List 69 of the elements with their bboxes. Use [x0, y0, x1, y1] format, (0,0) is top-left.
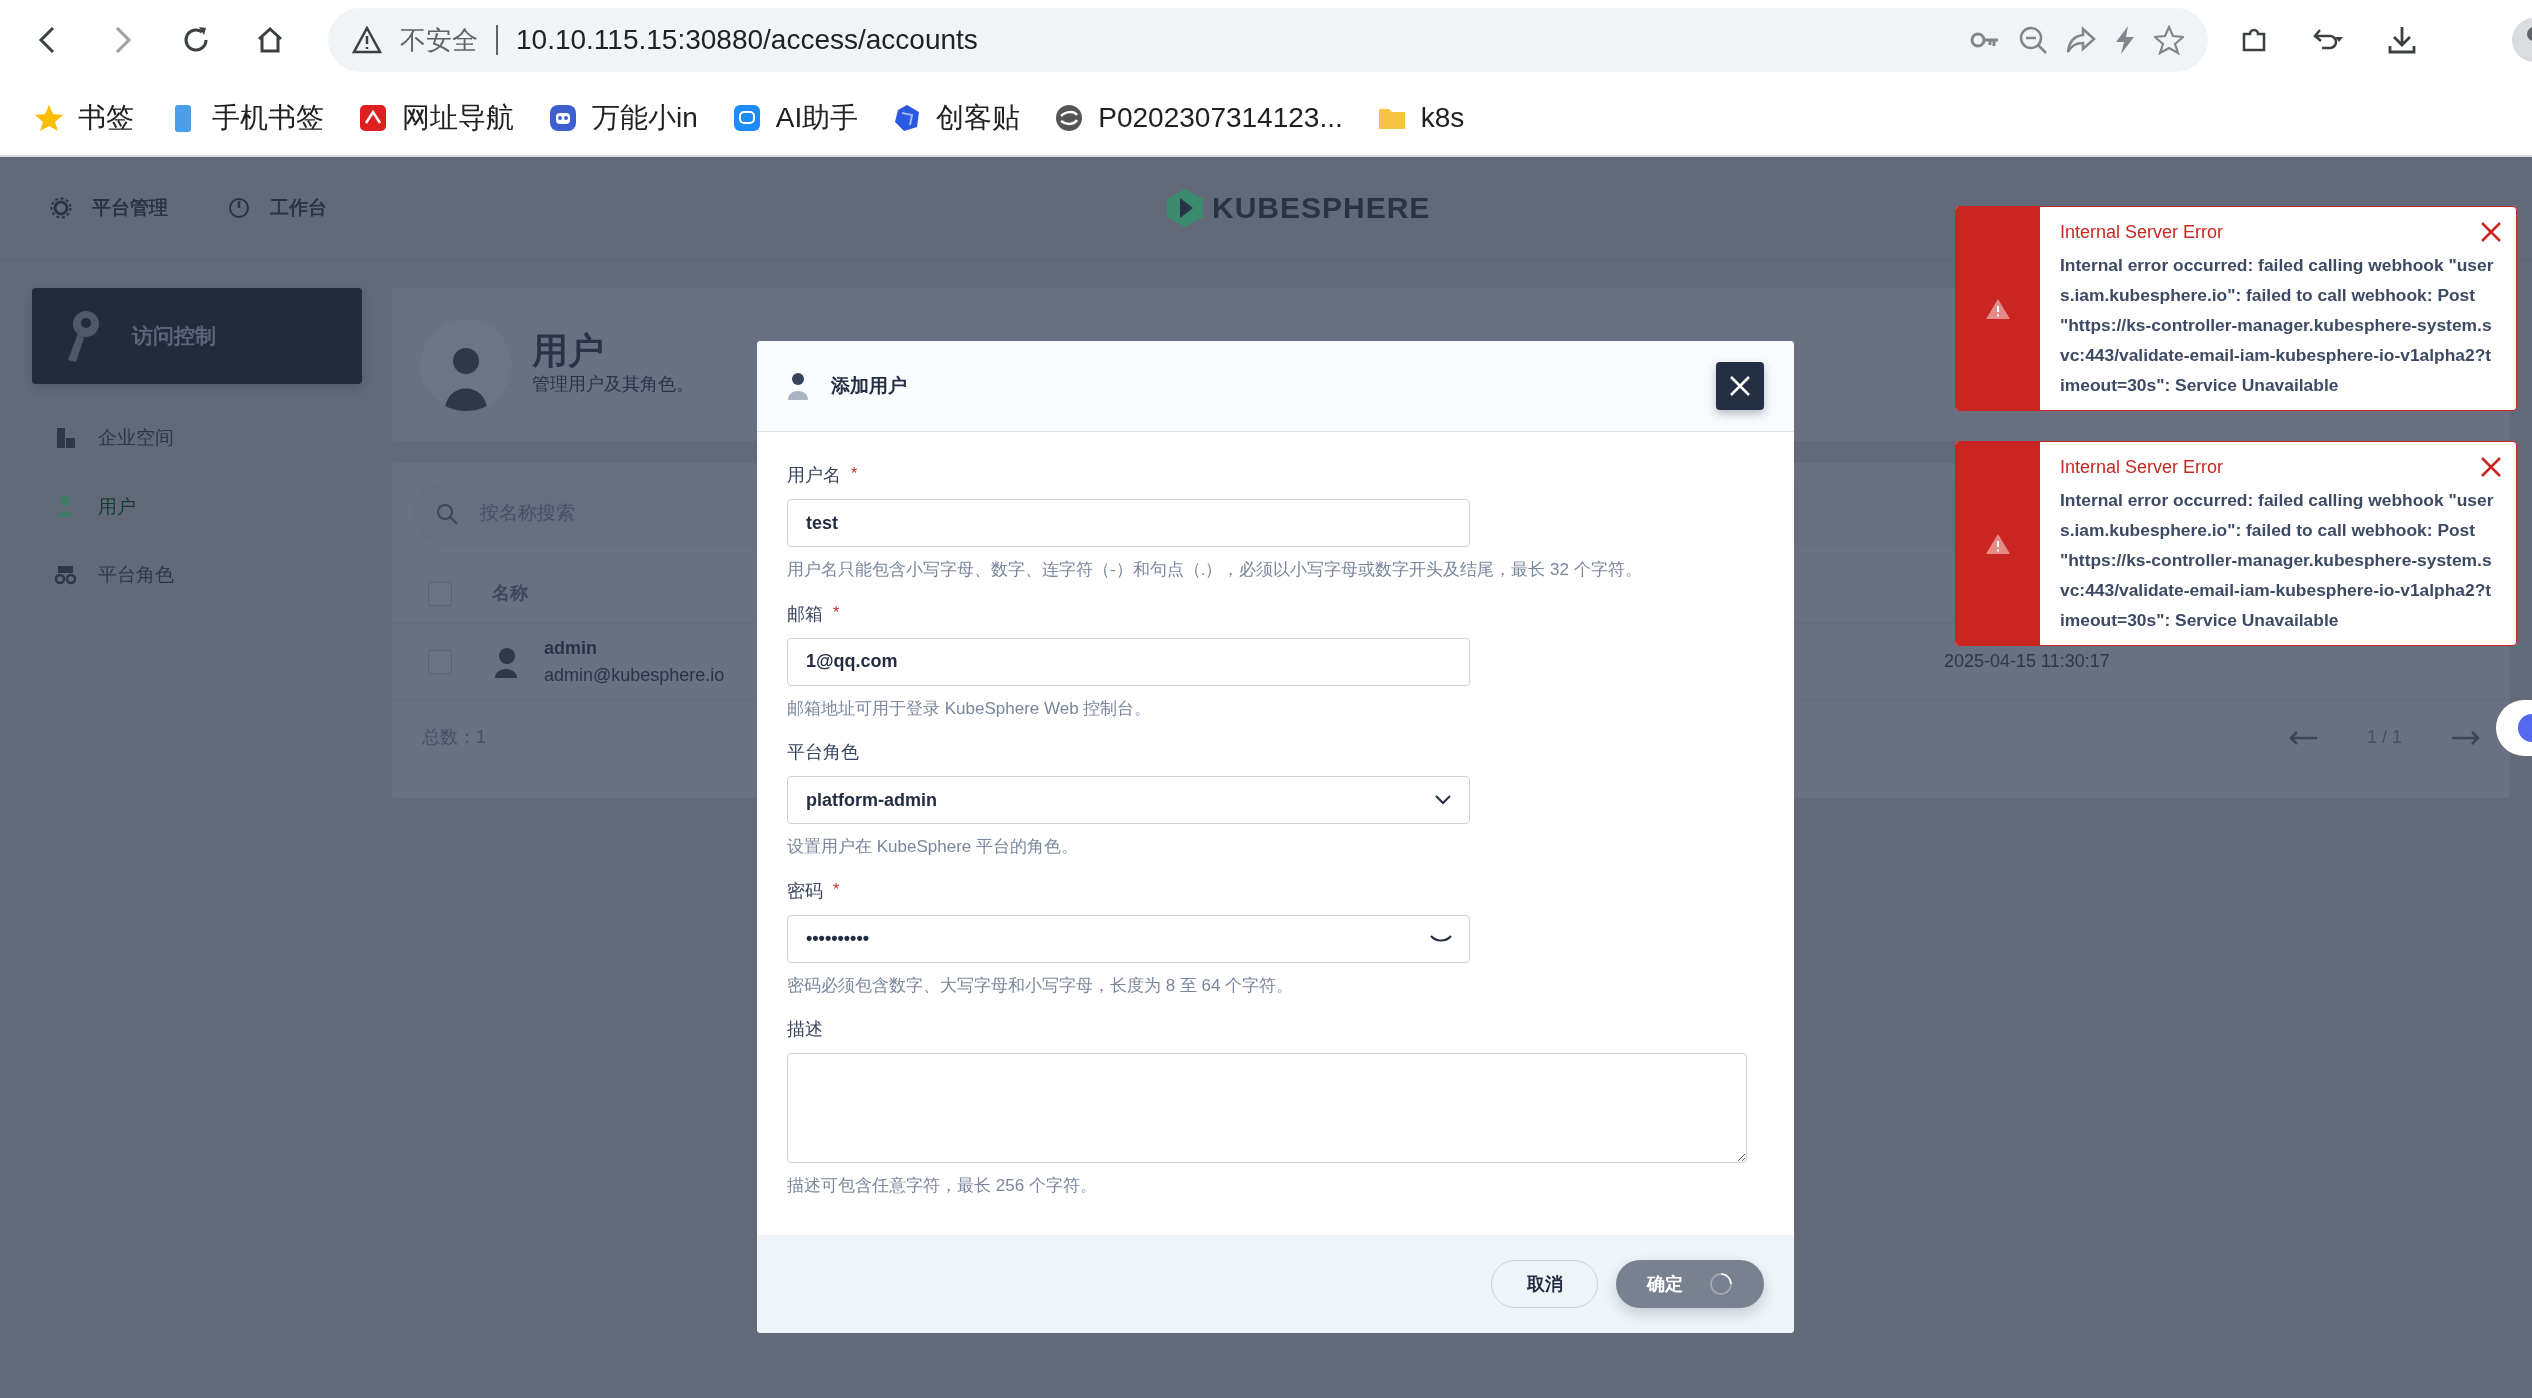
building-icon [54, 426, 76, 451]
lightning-icon[interactable] [2114, 25, 2136, 55]
navigation-app-icon [358, 102, 388, 133]
chat-icon [2518, 713, 2532, 743]
field-hint: 设置用户在 KubeSphere 平台的角色。 [787, 836, 1079, 858]
bookmark[interactable]: 手机书签 [168, 96, 324, 139]
password-field[interactable]: •••••••••• [787, 914, 1470, 963]
address-bar[interactable]: 10.10.115.15:30880/access/accounts [516, 19, 1952, 61]
field-label: 密码 [787, 879, 823, 903]
chevron-down-icon [1435, 795, 1451, 805]
bookmark[interactable]: 万能小in [548, 96, 698, 139]
warning-icon [352, 26, 382, 54]
page-subtitle: 管理用户及其角色。 [532, 372, 694, 396]
field-hint: 描述可包含任意字符，最长 256 个字符。 [787, 1175, 1098, 1197]
bookmark[interactable]: 网址导航 [358, 96, 514, 139]
input-field[interactable]: 1@qq.com [787, 637, 1470, 686]
zoom-out-icon[interactable] [2018, 25, 2048, 55]
required-mark: * [833, 879, 840, 900]
close-icon [2480, 221, 2502, 243]
logo-text: KUBESPHERE [1212, 190, 1431, 226]
field-label: 用户名 [787, 464, 841, 487]
star-outline-icon[interactable] [2154, 25, 2184, 55]
field-hint: 密码必须包含数字、大写字母和小写字母，长度为 8 至 64 个字符。 [787, 974, 1295, 997]
user-icon [787, 372, 809, 400]
warning-icon [1985, 532, 2011, 555]
textarea-field[interactable] [787, 1053, 1747, 1163]
field-label: 描述 [787, 1018, 823, 1041]
field-hint: 用户名只能包含小写字母、数字、连字符（-）和句点（.），必须以小写字母或数字开头及结尾，最长 32 个字符。 [787, 559, 1643, 581]
close-icon [1729, 375, 1751, 397]
field-label: 平台角色 [787, 741, 859, 764]
robot-icon [548, 102, 578, 133]
field-label: 邮箱 [787, 602, 823, 626]
logo-icon [1166, 187, 1204, 228]
bookmark[interactable]: k8s [1376, 96, 1465, 139]
cancel-button[interactable]: 取消 [1491, 1260, 1598, 1308]
profile-avatar-icon[interactable] [2510, 16, 2532, 64]
gear-icon [50, 197, 72, 219]
dial-icon [228, 197, 250, 219]
user-email: admin@kubesphere.io [544, 663, 725, 687]
dialog-title: 添加用户 [831, 373, 907, 398]
share-icon[interactable] [2066, 26, 2096, 54]
table-cell-text: 2025-04-15 11:30:17 [1944, 650, 2110, 673]
close-icon [2480, 456, 2502, 478]
security-label: 不安全 [400, 25, 498, 55]
download-icon [2386, 24, 2418, 56]
toast-message: Internal error occurred: failed calling webhook "users.iam.kubesphere.io": failed to call webhook: Post "https://ks-controller-manager.kubesphere-system.svc:443/validate-email-iam-kubesphere-io-v1alpha2?timeout=30s": Service Unavailable [2060, 489, 2494, 632]
bookmark[interactable]: 创客贴 [892, 96, 1021, 139]
confirm-button[interactable]: 确定 [1616, 1260, 1764, 1308]
bookmark[interactable]: P0202307314123... [1054, 96, 1343, 139]
user-icon [54, 494, 76, 519]
required-mark: * [851, 464, 858, 484]
warning-icon [1985, 297, 2011, 320]
section-title: 访问控制 [132, 323, 216, 350]
eye-closed-icon[interactable] [1430, 933, 1452, 944]
chat-icon [731, 102, 762, 133]
toast-title: Internal Server Error [2060, 221, 2224, 244]
bookmark[interactable]: AI助手 [731, 96, 859, 139]
input-field[interactable]: test [787, 499, 1470, 547]
user-avatar-icon [492, 645, 520, 678]
required-mark: * [833, 602, 840, 623]
dropdown[interactable]: platform-admin [787, 776, 1470, 824]
close-button[interactable] [1716, 362, 1764, 410]
toast-message: Internal error occurred: failed calling webhook "users.iam.kubesphere.io": failed to call webhook: Post "https://ks-controller-manager.kubesphere-system.svc:443/validate-email-iam-kubesphere-io-v1alpha2?timeout=30s": Service Unavailable [2060, 254, 2494, 397]
bookmark[interactable]: 书签 [34, 96, 134, 139]
page-title: 用户 [532, 331, 605, 371]
search-icon [436, 502, 458, 525]
toast-title: Internal Server Error [2060, 456, 2224, 479]
field-hint: 邮箱地址可用于登录 KubeSphere Web 控制台。 [787, 697, 1153, 720]
swirl-icon [1054, 102, 1085, 133]
